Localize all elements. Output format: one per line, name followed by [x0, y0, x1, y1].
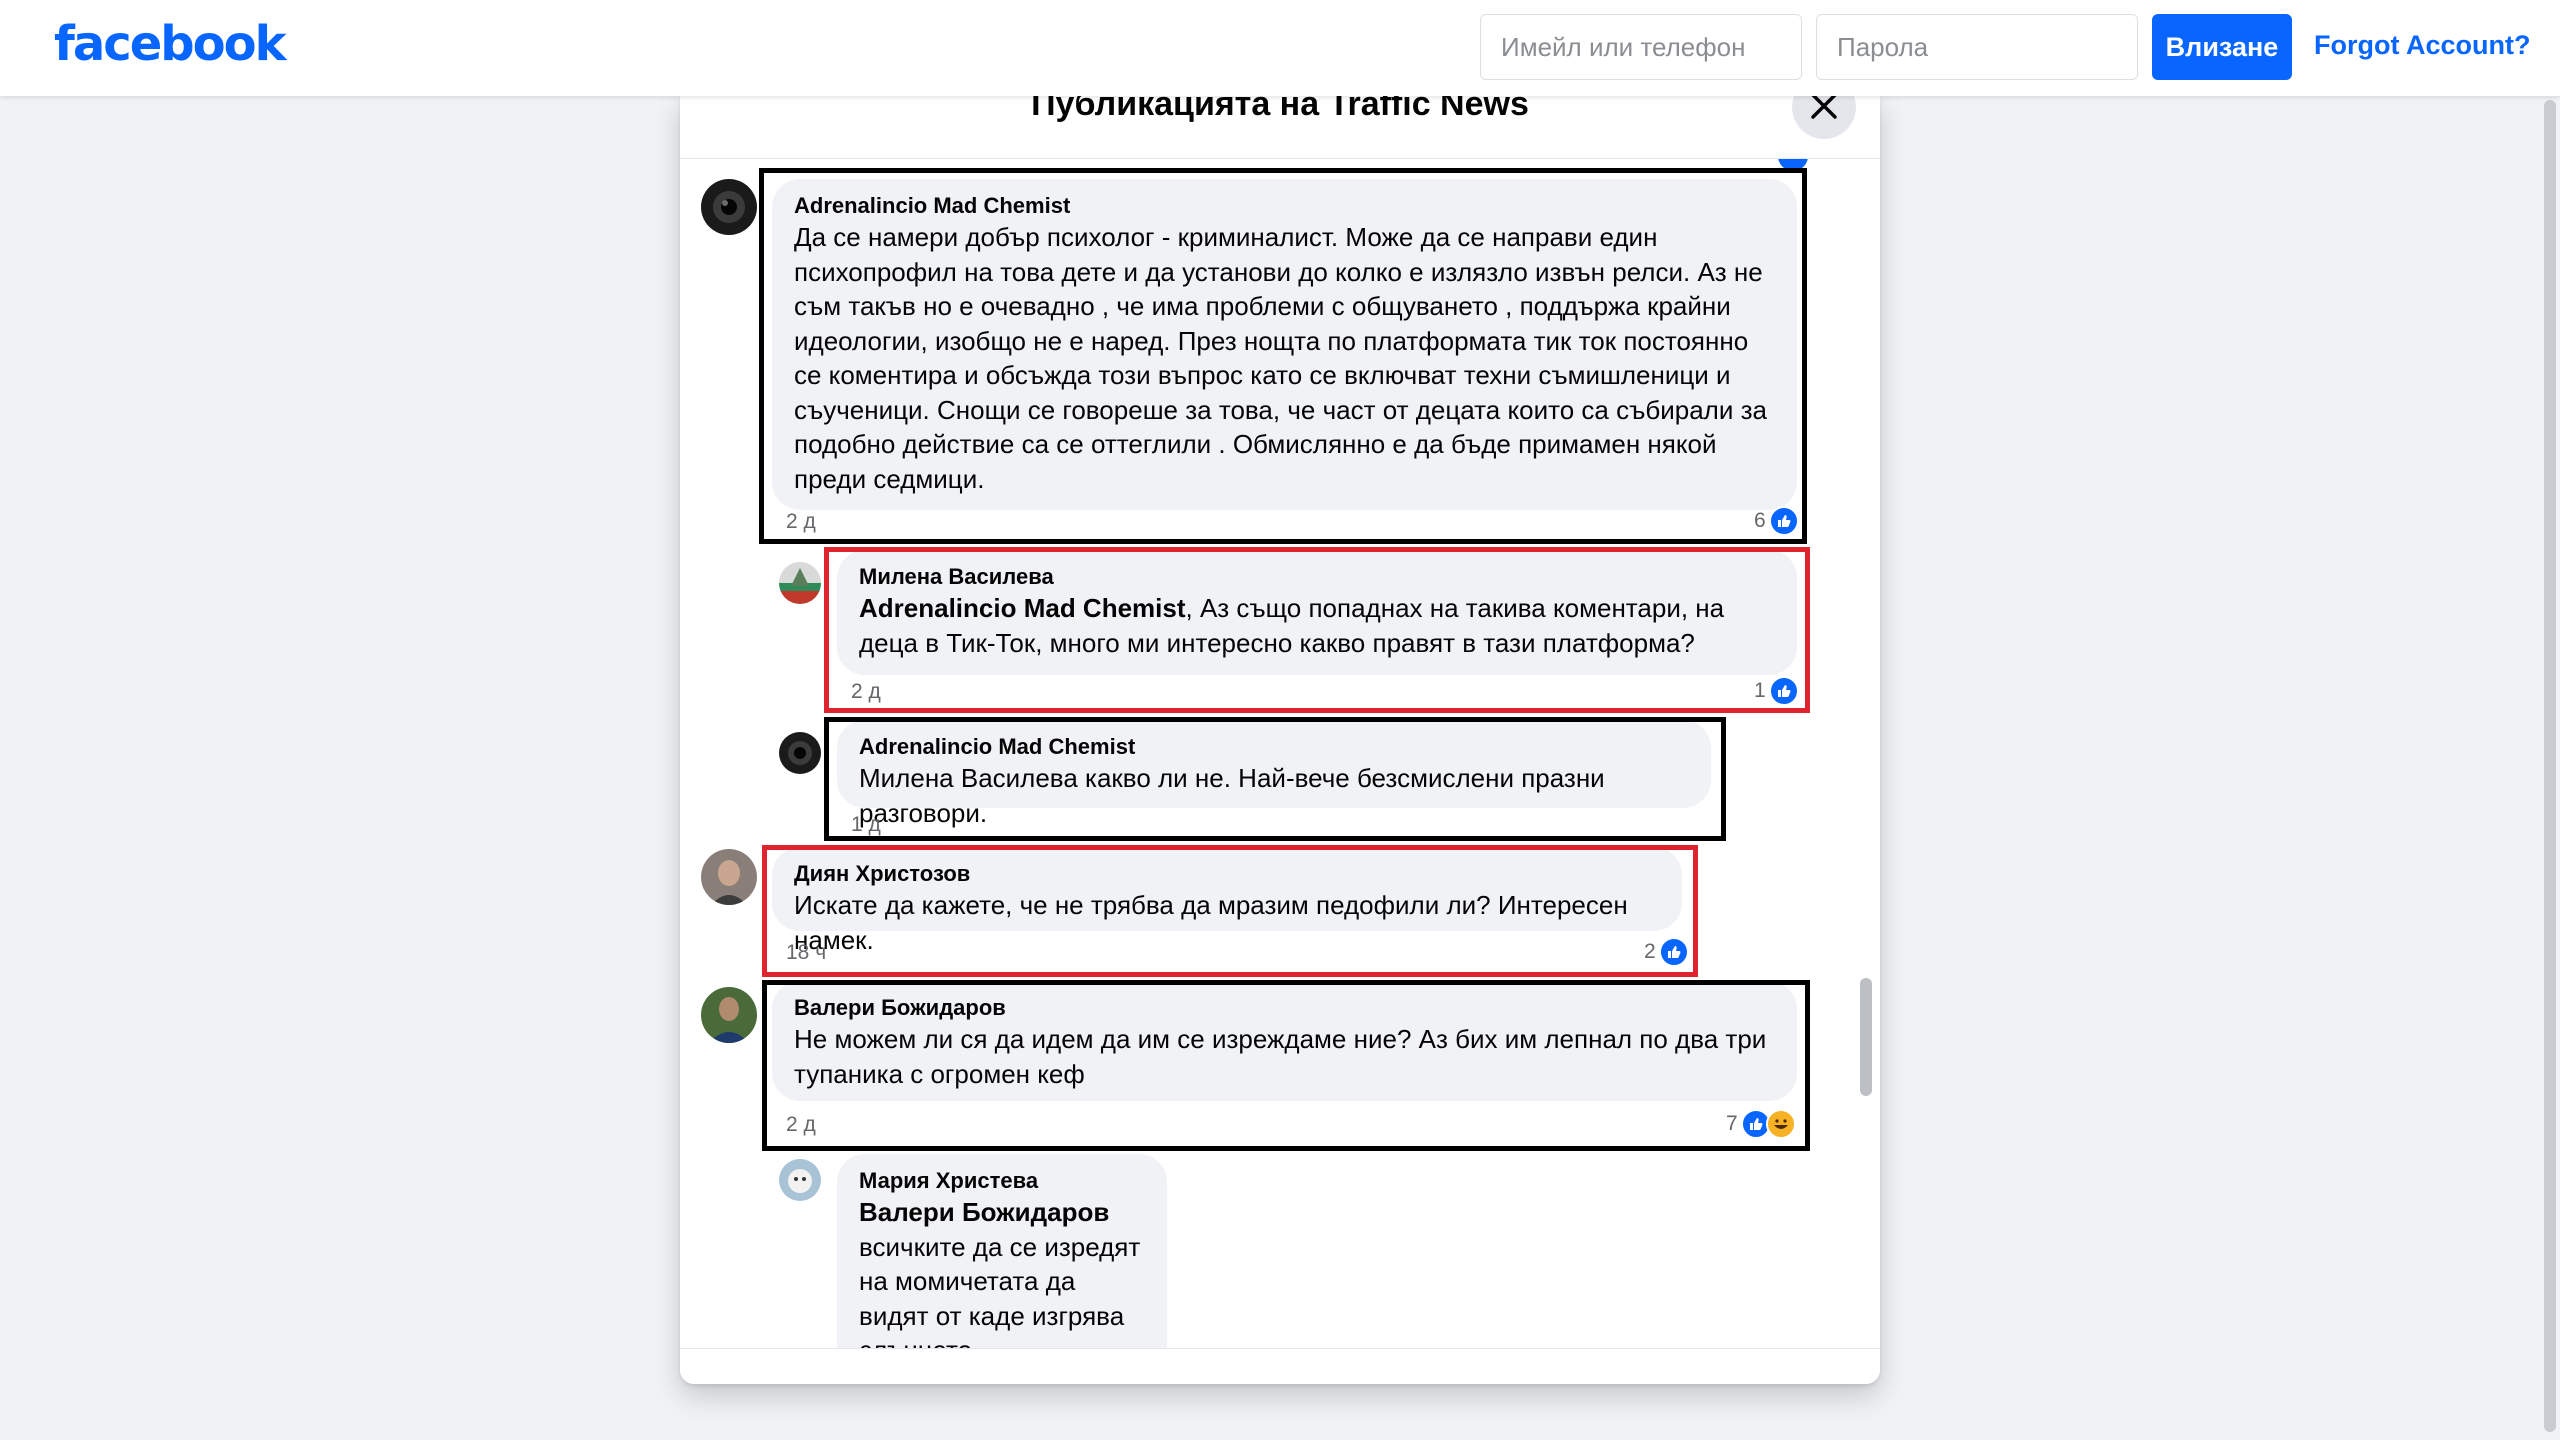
comment-author[interactable]: Милена Василева — [859, 563, 1775, 591]
dialog-scrollbar-thumb[interactable] — [1860, 978, 1872, 1096]
reaction-summary[interactable]: 1 — [1754, 676, 1799, 706]
top-navigation-bar: facebook Влизане Forgot Account? — [0, 0, 2560, 96]
comment-bubble: Adrenalincio Mad Chemist Да се намери до… — [772, 179, 1797, 510]
haha-icon — [1765, 1109, 1796, 1139]
comment-text: Adrenalincio Mad Chemist, Аз също попадн… — [859, 591, 1775, 660]
comment-text: Да се намери добър психолог - криминалис… — [794, 222, 1767, 494]
forgot-account-link[interactable]: Forgot Account? — [2314, 30, 2530, 61]
comment-text: Милена Василева какво ли не. Най-вече бе… — [859, 763, 1605, 828]
comment-bubble: Adrenalincio Mad Chemist Милена Василева… — [837, 720, 1711, 828]
comment-time[interactable]: 2 д — [786, 510, 816, 534]
avatar[interactable] — [779, 732, 821, 774]
mention-link[interactable]: Валери Божидаров — [859, 1195, 1145, 1230]
comment-author[interactable]: Adrenalincio Mad Chemist — [859, 733, 1689, 761]
comment-author[interactable]: Мария Христева — [859, 1167, 1145, 1195]
reaction-count: 7 — [1726, 1112, 1738, 1135]
avatar[interactable] — [701, 987, 757, 1043]
like-icon — [1768, 506, 1799, 536]
facebook-logo[interactable]: facebook — [54, 16, 287, 72]
avatar[interactable] — [701, 849, 757, 905]
dialog-scrollbar[interactable] — [1860, 159, 1876, 1348]
comment-author[interactable]: Валери Божидаров — [794, 994, 1775, 1022]
avatar[interactable] — [779, 1159, 821, 1201]
comment-author[interactable]: Adrenalincio Mad Chemist — [794, 192, 1775, 220]
reaction-summary[interactable]: 2 — [1644, 937, 1689, 967]
close-icon — [1809, 96, 1839, 124]
comment-text: Искате да кажете, че не трябва да мразим… — [794, 890, 1628, 955]
reaction-count: 6 — [1754, 509, 1766, 532]
reaction-summary[interactable]: 7 — [1726, 1109, 1796, 1139]
comment-bubble: Валери Божидаров Не можем ли ся да идем … — [772, 981, 1797, 1101]
comment-time[interactable]: 2 д — [786, 1113, 816, 1137]
login-button[interactable]: Влизане — [2152, 14, 2292, 80]
dialog-title: Публикацията на Traffic News — [1031, 96, 1529, 123]
reaction-count: 2 — [1644, 940, 1656, 963]
comment-time[interactable]: 2 д — [851, 680, 881, 704]
comment-bubble: Диян Христозов Искате да кажете, че не т… — [772, 847, 1682, 955]
like-icon — [1778, 159, 1808, 171]
avatar[interactable] — [779, 562, 821, 604]
comment-bubble: Мария Христева Валери Божидаров всичките… — [837, 1154, 1167, 1348]
comment-text: Не можем ли ся да идем да им се изреждам… — [794, 1024, 1767, 1089]
page-scrollbar-thumb[interactable] — [2544, 100, 2556, 1432]
comments-list[interactable]: Adrenalincio Mad Chemist Да се намери до… — [680, 159, 1880, 1348]
like-icon — [1768, 676, 1799, 706]
comment-time[interactable]: 18 ч — [786, 941, 826, 965]
comment-author[interactable]: Диян Христозов — [794, 860, 1660, 888]
dialog-footer — [680, 1348, 1880, 1384]
comment-bubble: Милена Василева Adrenalincio Mad Chemist… — [837, 550, 1797, 675]
post-dialog: Публикацията на Traffic News Adrenalinci… — [680, 96, 1880, 1384]
password-input[interactable] — [1816, 14, 2138, 80]
reaction-summary[interactable]: 6 — [1754, 506, 1799, 536]
email-input[interactable] — [1480, 14, 1802, 80]
mention-link[interactable]: Adrenalincio Mad Chemist — [859, 593, 1186, 623]
comment-time[interactable]: 1 д — [851, 813, 881, 837]
comment-text: всичките да се изредят на момичетата да … — [859, 1231, 1141, 1349]
dialog-header: Публикацията на Traffic News — [680, 96, 1880, 159]
like-icon — [1658, 937, 1689, 967]
close-button[interactable] — [1792, 96, 1856, 139]
reaction-count: 1 — [1754, 679, 1766, 702]
avatar[interactable] — [701, 179, 757, 235]
